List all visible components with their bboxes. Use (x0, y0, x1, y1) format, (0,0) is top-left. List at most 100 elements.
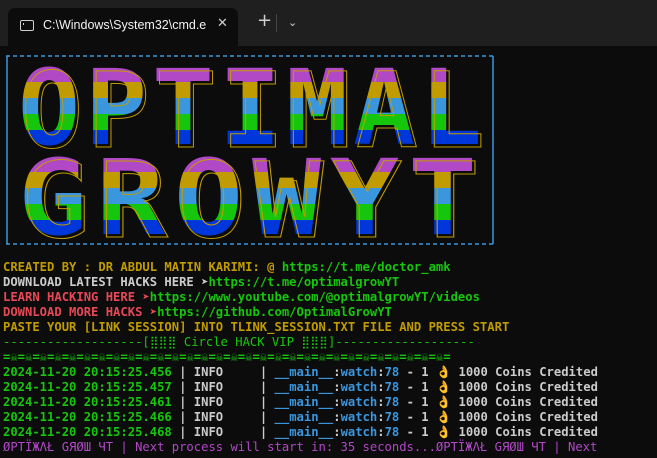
created-by-line: CREATED BY : DR ABDUL MATIN KARIMI: @ ht… (3, 260, 451, 275)
learn-link[interactable]: https://www.youtube.com/@optimalgrowYT/v… (150, 290, 480, 304)
log-level: INFO (193, 380, 224, 394)
log-level: INFO (193, 410, 224, 424)
dropdown-button[interactable]: ⌄ (288, 16, 297, 29)
log-message: 1000 Coins Credited (458, 425, 598, 439)
log-line-no: 78 (384, 380, 400, 394)
new-tab-button[interactable]: + (257, 10, 272, 31)
log-row: 2024-11-20 20:15:25.457 | INFO | __main_… (3, 380, 598, 395)
at-icon: @ (267, 260, 282, 274)
log-sep: : (377, 410, 385, 424)
hand-icon: 👌 (428, 380, 459, 394)
log-num: 1 (421, 395, 429, 409)
log-time: 2024-11-20 20:15:25.466 (3, 410, 172, 424)
banner-letter-outline: T (411, 140, 480, 248)
log-row: 2024-11-20 20:15:25.468 | INFO | __main_… (3, 425, 598, 440)
log-sep: | (223, 365, 275, 379)
log-num: 1 (421, 365, 429, 379)
header-rule: -------------------[⣿⣿⣿ Circle HACK VIP … (3, 335, 475, 349)
log-sep: | (223, 380, 275, 394)
log-module: __main__ (274, 410, 334, 424)
log-level: INFO (193, 365, 224, 379)
log-func: watch (340, 380, 378, 394)
log-sep: - (399, 395, 422, 409)
log-sep: : (377, 395, 385, 409)
log-sep: | (171, 365, 194, 379)
log-time: 2024-11-20 20:15:25.456 (3, 365, 172, 379)
log-sep: | (171, 425, 194, 439)
more-hacks-label: DOWNLOAD MORE HACKS ➤ (3, 305, 158, 319)
more-hacks-link[interactable]: https://github.com/OptimalGrowYT (157, 305, 392, 319)
learn-line: LEARN HACKING HERE ➤https://www.youtube.… (3, 290, 480, 305)
banner-letter-outline: G (21, 140, 90, 248)
created-by-label: CREATED BY : DR ABDUL MATIN KARIMI: (3, 260, 268, 274)
banner-letter-outline: O (177, 140, 246, 248)
log-level: INFO (193, 395, 224, 409)
log-row: 2024-11-20 20:15:25.466 | INFO | __main_… (3, 410, 598, 425)
log-sep: : (333, 395, 341, 409)
log-sep: : (333, 365, 341, 379)
learn-label: LEARN HACKING HERE ➤ (3, 290, 150, 304)
log-sep: | (171, 380, 194, 394)
log-line-no: 78 (384, 395, 400, 409)
banner-text: OOOOOO PPPPPP TTTTTT IIIIII MMMMMM AAAAAA LLLL… (18, 52, 486, 248)
download-link[interactable]: https://t.me/optimalgrowYT (208, 275, 399, 289)
log-num: 1 (421, 425, 429, 439)
log-line-no: 78 (384, 425, 400, 439)
log-line-no: 78 (384, 365, 400, 379)
title-bar: C:\Windows\System32\cmd.e ✕ + ⌄ (0, 0, 657, 46)
divider (276, 14, 277, 32)
tab-title: C:\Windows\System32\cmd.e (43, 18, 207, 32)
log-sep: : (333, 425, 341, 439)
more-hacks-line: DOWNLOAD MORE HACKS ➤https://github.com/… (3, 305, 392, 320)
log-sep: | (171, 410, 194, 424)
log-time: 2024-11-20 20:15:25.457 (3, 380, 172, 394)
hand-icon: 👌 (428, 425, 459, 439)
paste-instruction: PASTE YOUR [LINK SESSION] INTO TLINK_SES… (3, 320, 510, 334)
log-num: 1 (421, 380, 429, 394)
log-message: 1000 Coins Credited (458, 365, 598, 379)
log-module: __main__ (274, 365, 334, 379)
console-output[interactable]: OOOOOOPPPPPPTTTTTTIIIIIIMMMMMMAAAAAALLLL… (0, 46, 657, 458)
log-time: 2024-11-20 20:15:25.468 (3, 425, 172, 439)
log-row: 2024-11-20 20:15:25.456 | INFO | __main_… (3, 365, 598, 380)
log-time: 2024-11-20 20:15:25.461 (3, 395, 172, 409)
log-module: __main__ (274, 380, 334, 394)
log-message: 1000 Coins Credited (458, 410, 598, 424)
banner-letter-outline: R (99, 140, 168, 248)
log-sep: | (223, 425, 275, 439)
log-sep: - (399, 410, 422, 424)
log-func: watch (340, 410, 378, 424)
log-level: INFO (193, 425, 224, 439)
log-sep: | (223, 410, 275, 424)
download-line: DOWNLOAD LATEST HACKS HERE ➤https://t.me… (3, 275, 399, 290)
ascii-art-banner: OOOOOO PPPPPP TTTTTT IIIIII MMMMMM AAAAAA LLLL… (6, 52, 494, 248)
log-func: watch (340, 365, 378, 379)
log-func: watch (340, 425, 378, 439)
log-module: __main__ (274, 425, 334, 439)
status-line: ØPTÏЖΛŁ GЯØШ ЧT | Next process will star… (3, 440, 598, 454)
log-sep: | (223, 395, 275, 409)
log-module: __main__ (274, 395, 334, 409)
log-row: 2024-11-20 20:15:25.461 | INFO | __main_… (3, 395, 598, 410)
log-func: watch (340, 395, 378, 409)
log-num: 1 (421, 410, 429, 424)
download-label: DOWNLOAD LATEST HACKS HERE ➤ (3, 275, 209, 289)
created-by-link[interactable]: https://t.me/doctor_amk (282, 260, 451, 274)
log-line-no: 78 (384, 410, 400, 424)
log-sep: | (171, 395, 194, 409)
banner-letter-outline: W (255, 140, 324, 248)
hand-icon: 👌 (428, 365, 459, 379)
skull-rule: =☠=☠=☠=☠=☠=☠=☠=☠=☠=☠=☠=☠=☠=☠=☠=☠=☠=☠=☠=☠… (3, 350, 451, 364)
log-sep: - (399, 380, 422, 394)
terminal-icon (20, 20, 34, 31)
log-sep: : (333, 410, 341, 424)
hand-icon: 👌 (428, 395, 459, 409)
log-sep: : (377, 380, 385, 394)
log-message: 1000 Coins Credited (458, 395, 598, 409)
banner-letter-outline: Y (333, 140, 402, 248)
hand-icon: 👌 (428, 410, 459, 424)
log-sep: : (333, 380, 341, 394)
tab-cmd[interactable]: C:\Windows\System32\cmd.e ✕ (8, 8, 238, 46)
log-sep: : (377, 365, 385, 379)
close-tab-icon[interactable]: ✕ (217, 16, 228, 31)
